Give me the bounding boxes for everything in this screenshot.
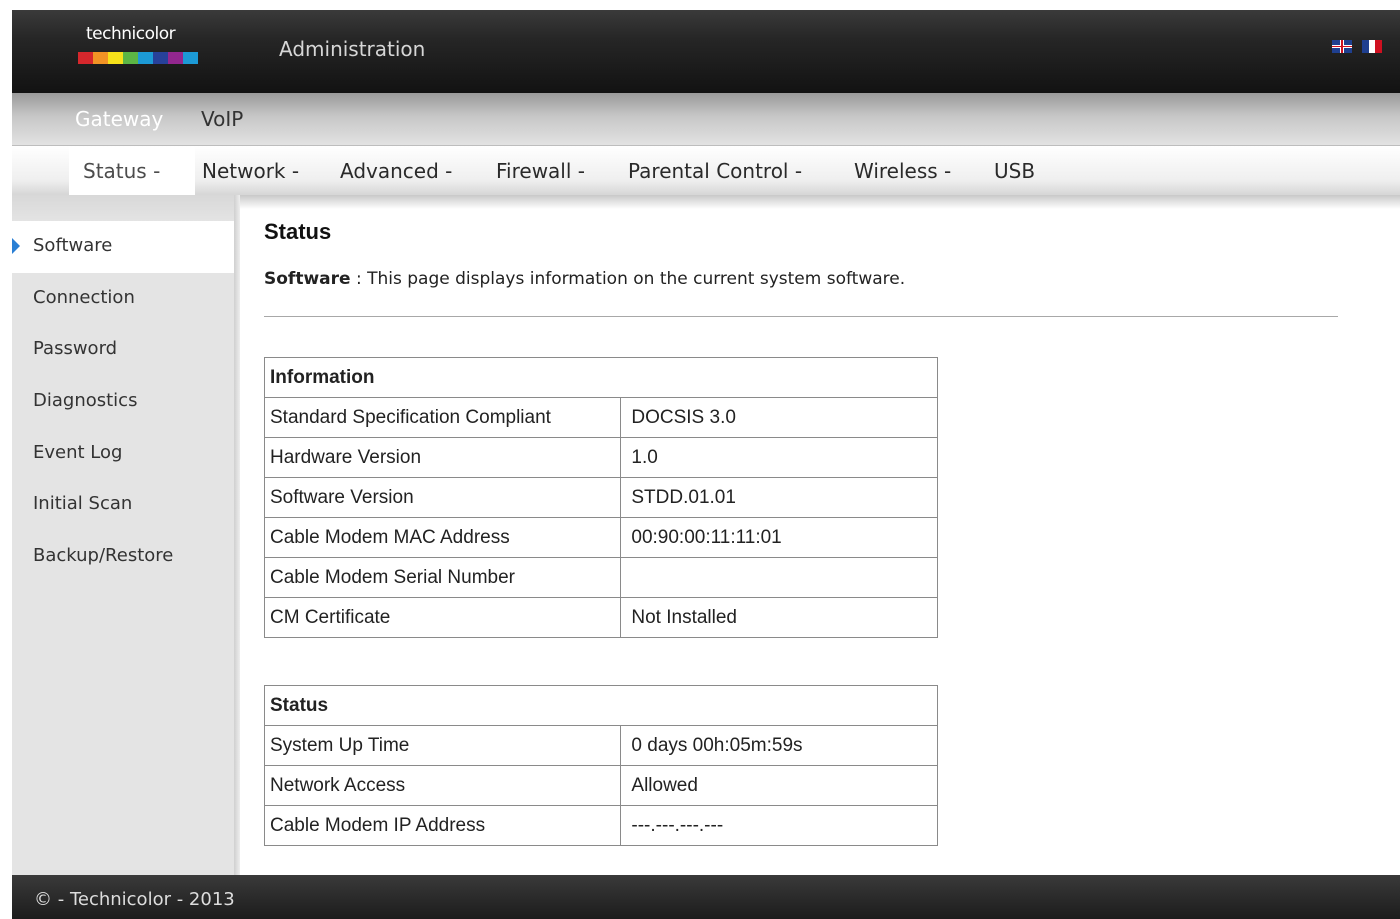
row-value: [620, 557, 938, 598]
status-table: Status System Up Time 0 days 00h:05m:59s…: [263, 685, 938, 846]
sidebar-item-password[interactable]: Password: [12, 324, 234, 376]
row-value: 0 days 00h:05m:59s: [620, 725, 938, 766]
row-label: System Up Time: [263, 725, 622, 766]
sidebar-item-label: Diagnostics: [33, 390, 138, 411]
sidebar-item-diagnostics[interactable]: Diagnostics: [12, 376, 234, 428]
tab-usb[interactable]: USB: [994, 159, 1035, 183]
row-label: Software Version: [263, 477, 622, 518]
table-title: Information: [264, 357, 938, 398]
sidebar-item-event-log[interactable]: Event Log: [12, 428, 234, 480]
tab-advanced[interactable]: Advanced -: [340, 159, 452, 183]
sidebar: Software Connection Password Diagnostics…: [12, 195, 234, 875]
row-value: DOCSIS 3.0: [620, 397, 938, 438]
copyright-text: © - Technicolor - 2013: [34, 889, 235, 910]
row-value: STDD.01.01: [620, 477, 938, 518]
page-description: Software : This page displays informatio…: [264, 269, 905, 289]
row-label: Cable Modem IP Address: [263, 805, 622, 846]
sidebar-divider: [234, 195, 240, 875]
fr-flag-icon[interactable]: [1362, 40, 1382, 53]
logo-color-bar-icon: [78, 52, 198, 64]
table-row: Cable Modem IP Address ---.---.---.---: [263, 805, 938, 846]
table-row: CM Certificate Not Installed: [263, 597, 938, 638]
sidebar-item-label: Event Log: [33, 442, 123, 463]
header-bar: technicolor Administration: [12, 10, 1400, 93]
row-value: 00:90:00:11:11:01: [620, 517, 938, 558]
tab-status[interactable]: Status -: [83, 159, 160, 183]
information-table: Information Standard Specification Compl…: [263, 357, 938, 638]
section-heading: Status: [264, 219, 332, 244]
row-label: Hardware Version: [263, 437, 622, 478]
row-value: 1.0: [620, 437, 938, 478]
row-value: Allowed: [620, 765, 938, 806]
row-label: Cable Modem Serial Number: [263, 557, 622, 598]
uk-flag-icon[interactable]: [1332, 40, 1352, 53]
footer-bar: © - Technicolor - 2013: [12, 875, 1400, 919]
technicolor-logo[interactable]: technicolor: [78, 24, 202, 74]
sidebar-item-software[interactable]: Software: [12, 221, 234, 273]
tab-network[interactable]: Network -: [202, 159, 299, 183]
table-title: Status: [264, 685, 938, 726]
row-value: ---.---.---.---: [620, 805, 938, 846]
description-label: Software: [264, 269, 351, 289]
sidebar-item-label: Initial Scan: [33, 493, 133, 514]
table-row: System Up Time 0 days 00h:05m:59s: [263, 725, 938, 766]
table-row: Software Version STDD.01.01: [263, 477, 938, 518]
row-label: Standard Specification Compliant: [263, 397, 622, 438]
row-label: Network Access: [263, 765, 622, 806]
router-admin-window: technicolor Administration Gateway VoIP …: [12, 10, 1400, 919]
table-row: Hardware Version 1.0: [263, 437, 938, 478]
tab-wireless[interactable]: Wireless -: [854, 159, 951, 183]
sidebar-item-label: Connection: [33, 287, 135, 308]
table-row: Cable Modem MAC Address 00:90:00:11:11:0…: [263, 517, 938, 558]
sidebar-item-backup-restore[interactable]: Backup/Restore: [12, 531, 234, 583]
table-row: Standard Specification Compliant DOCSIS …: [263, 397, 938, 438]
nav-gateway[interactable]: Gateway: [75, 107, 163, 131]
row-value: Not Installed: [620, 597, 938, 638]
content-divider: [264, 316, 1338, 317]
table-row: Network Access Allowed: [263, 765, 938, 806]
primary-nav: Gateway VoIP: [12, 93, 1400, 145]
tab-firewall[interactable]: Firewall -: [496, 159, 585, 183]
language-selector: [1332, 40, 1382, 53]
description-text: This page displays information on the cu…: [367, 269, 906, 289]
nav-voip[interactable]: VoIP: [201, 107, 243, 131]
table-row: Cable Modem Serial Number: [263, 557, 938, 598]
secondary-nav: Status - Network - Advanced - Firewall -…: [12, 145, 1400, 195]
page-title: Administration: [279, 37, 426, 61]
row-label: CM Certificate: [263, 597, 622, 638]
sidebar-item-initial-scan[interactable]: Initial Scan: [12, 479, 234, 531]
active-arrow-icon: [12, 238, 20, 254]
sidebar-item-label: Software: [33, 235, 113, 256]
logo-text: technicolor: [86, 24, 176, 44]
sidebar-item-label: Password: [33, 338, 118, 359]
description-separator: :: [350, 269, 368, 289]
sidebar-item-label: Backup/Restore: [33, 545, 174, 566]
tab-parental-control[interactable]: Parental Control -: [628, 159, 802, 183]
row-label: Cable Modem MAC Address: [263, 517, 622, 558]
sidebar-item-connection[interactable]: Connection: [12, 273, 234, 325]
